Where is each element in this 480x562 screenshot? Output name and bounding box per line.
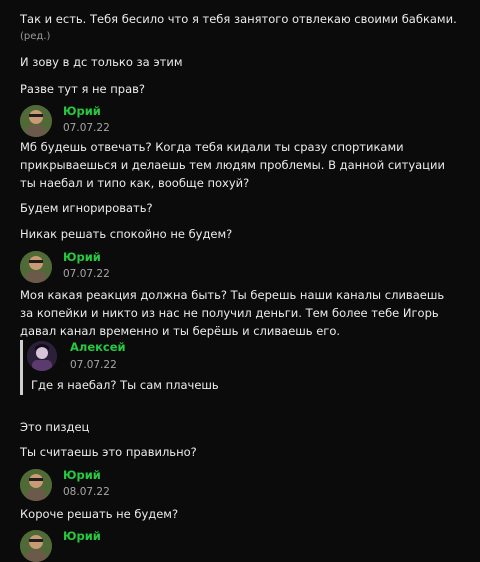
- edited-label: (ред.): [20, 31, 51, 42]
- chat-log: Так и есть. Тебя бесило что я тебя занят…: [0, 0, 480, 562]
- author-name[interactable]: Юрий: [63, 104, 101, 118]
- author-name[interactable]: Юрий: [63, 250, 101, 264]
- message-text: Будем игнорировать?: [20, 201, 153, 215]
- author-name[interactable]: Юрий: [63, 529, 101, 543]
- message-text: Мб будешь отвечать? Когда тебя кидали ты…: [20, 140, 445, 190]
- message-date: 07.07.22: [70, 359, 117, 371]
- message-date: 07.07.22: [63, 122, 110, 134]
- quote-bar: [20, 340, 23, 395]
- message-text: И зову в дс только за этим: [20, 55, 183, 69]
- avatar[interactable]: [20, 105, 52, 137]
- message-text: Так и есть. Тебя бесило что я тебя занят…: [20, 12, 457, 26]
- message-text: Ты считаешь это правильно?: [20, 445, 197, 459]
- avatar[interactable]: [20, 251, 52, 283]
- message-date: 08.07.22: [63, 486, 110, 498]
- avatar[interactable]: [27, 341, 57, 371]
- message-text: Моя какая реакция должна быть? Ты берешь…: [20, 288, 445, 338]
- avatar[interactable]: [20, 469, 52, 501]
- message-date: 07.07.22: [63, 268, 110, 280]
- author-name[interactable]: Алексей: [70, 340, 126, 354]
- quoted-message-text: Где я наебал? Ты сам плачешь: [31, 378, 219, 392]
- message-text: Короче решать не будем?: [20, 507, 179, 521]
- message-text: Разве тут я не прав?: [20, 82, 146, 96]
- message-text: Это пиздец: [20, 420, 90, 434]
- avatar[interactable]: [20, 530, 52, 562]
- message-text: Никак решать спокойно не будем?: [20, 227, 233, 241]
- author-name[interactable]: Юрий: [63, 468, 101, 482]
